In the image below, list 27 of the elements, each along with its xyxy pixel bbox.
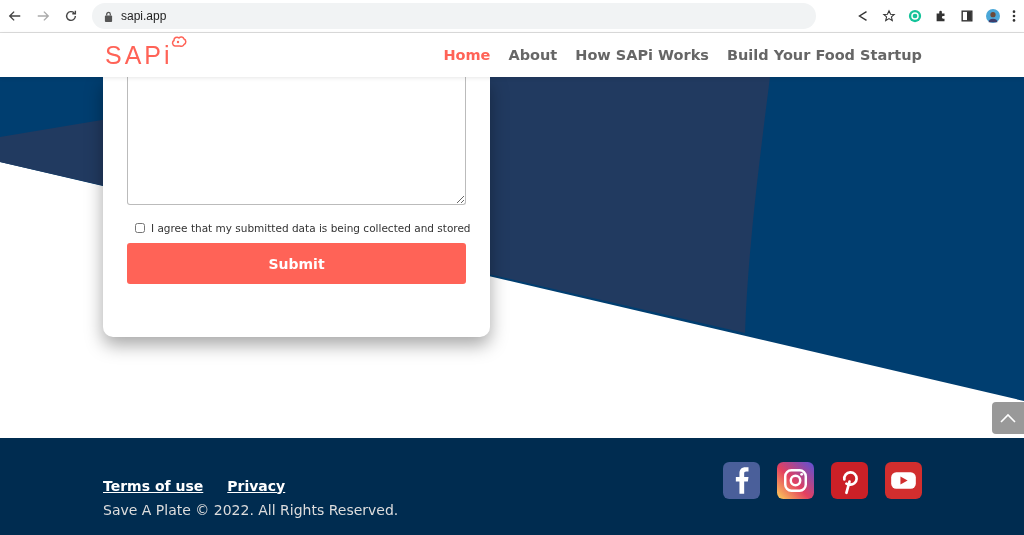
lock-icon [104, 10, 113, 22]
chevron-up-icon [1000, 413, 1016, 423]
youtube-icon[interactable] [885, 462, 922, 499]
message-field[interactable] [127, 77, 466, 205]
copyright-text: Save A Plate © 2022. All Rights Reserved. [103, 501, 399, 518]
footer-link[interactable]: Privacy [227, 477, 286, 494]
puzzle-icon[interactable] [934, 9, 948, 23]
footer-link[interactable]: Terms of use [103, 477, 204, 494]
address-bar[interactable]: sapi.app [92, 3, 816, 29]
nav-link[interactable]: How SAPi Works [575, 47, 709, 63]
logo[interactable]: SAPi [105, 40, 173, 69]
menu-icon[interactable] [1012, 9, 1016, 23]
facebook-icon[interactable] [723, 462, 760, 499]
back-icon[interactable] [8, 9, 22, 23]
instagram-icon[interactable] [777, 462, 814, 499]
sidebar-icon[interactable] [960, 9, 974, 23]
consent-label: I agree that my submitted data is being collected and stored [151, 222, 471, 234]
reload-icon[interactable] [64, 9, 78, 23]
avatar-icon[interactable] [986, 9, 1000, 23]
consent-checkbox[interactable] [135, 223, 145, 233]
submit-button[interactable]: Submit [127, 243, 466, 284]
nav-link[interactable]: Build Your Food Startup [727, 47, 922, 63]
star-icon[interactable] [882, 9, 896, 23]
nav-link[interactable]: About [508, 47, 558, 63]
url-text: sapi.app [121, 9, 167, 23]
nav-link[interactable]: Home [443, 47, 491, 63]
pinterest-icon[interactable] [831, 462, 868, 499]
